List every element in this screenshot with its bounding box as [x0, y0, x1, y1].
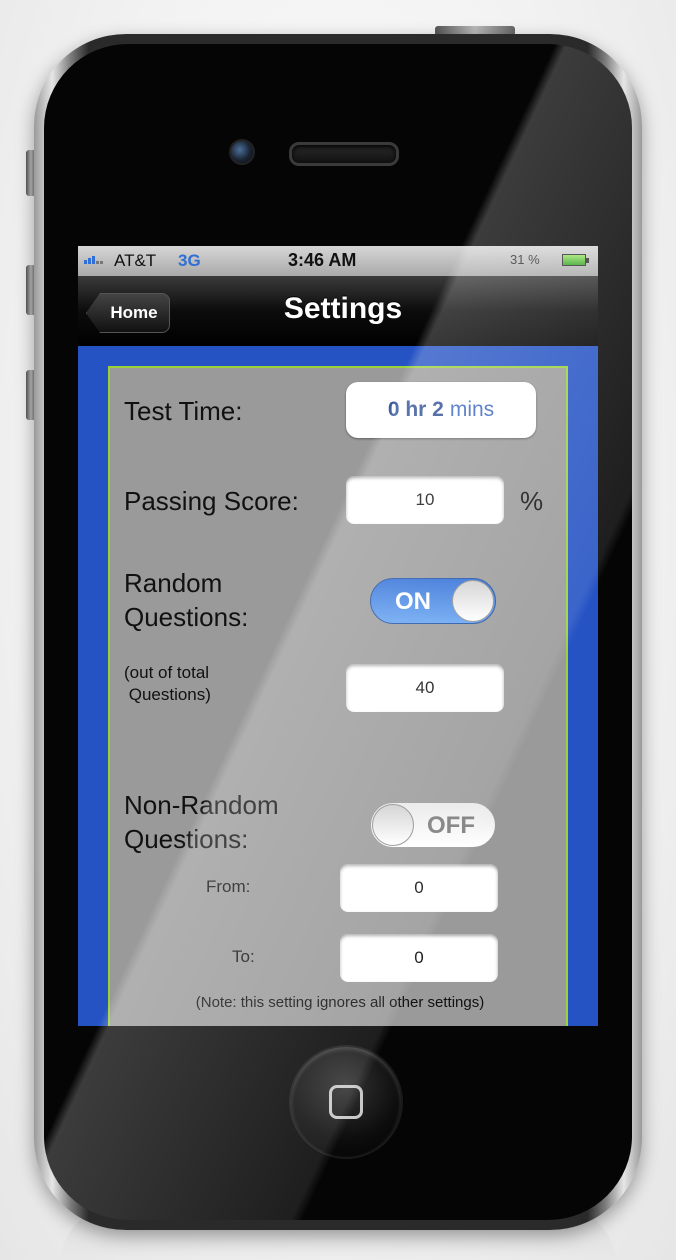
page-title: Settings — [283, 292, 403, 325]
signal-bars-icon — [84, 256, 103, 264]
screen: AT&T 3G 3:46 AM 31 % Home Settings Test … — [78, 246, 598, 1026]
home-button[interactable] — [291, 1047, 401, 1157]
test-time-value: 0 hr 2 — [387, 398, 444, 421]
test-time-unit: mins — [449, 398, 495, 421]
from-label: From: — [206, 877, 251, 896]
passing-score-input[interactable]: 10 — [346, 476, 504, 524]
test-time-label: Test Time: — [124, 396, 243, 426]
earpiece-speaker — [289, 142, 399, 166]
random-count-label-line2: Questions) — [124, 685, 211, 704]
toggle-knob — [372, 804, 414, 846]
home-square-icon — [329, 1085, 363, 1119]
battery-percent: 31 % — [510, 252, 540, 267]
non-random-label-line2: Questions: — [124, 824, 249, 854]
stage: AT&T 3G 3:46 AM 31 % Home Settings Test … — [0, 0, 676, 1260]
to-input[interactable]: 0 — [340, 934, 498, 982]
front-camera — [229, 139, 255, 165]
non-random-questions-toggle[interactable]: OFF — [370, 802, 496, 848]
settings-note: (Note: this setting ignores all other se… — [195, 994, 485, 1011]
non-random-label-line1: Non-Random — [124, 790, 279, 820]
network-type: 3G — [178, 251, 201, 270]
settings-panel: Test Time: 0 hr 2 mins Passing Score: 10… — [108, 366, 568, 1026]
status-time: 3:46 AM — [288, 250, 357, 270]
random-count-label-line1: (out of total — [124, 663, 210, 682]
random-count-input[interactable]: 40 — [346, 664, 504, 712]
phone-frame: AT&T 3G 3:46 AM 31 % Home Settings Test … — [34, 34, 642, 1230]
from-input[interactable]: 0 — [340, 864, 498, 912]
random-questions-label-line1: Random — [124, 568, 223, 598]
phone-face: AT&T 3G 3:46 AM 31 % Home Settings Test … — [44, 44, 632, 1220]
passing-score-label: Passing Score: — [124, 486, 299, 516]
navigation-bar: Home Settings — [78, 276, 598, 347]
to-label: To: — [232, 947, 255, 966]
random-questions-label-line2: Questions: — [124, 602, 249, 632]
carrier-name: AT&T — [114, 251, 157, 270]
status-bar: AT&T 3G 3:46 AM 31 % — [78, 246, 598, 276]
test-time-button[interactable]: 0 hr 2 mins — [346, 382, 536, 438]
non-random-toggle-text: OFF — [427, 812, 475, 839]
random-toggle-text: ON — [395, 588, 431, 615]
battery-charging-icon — [562, 254, 589, 266]
toggle-knob — [452, 580, 494, 622]
random-questions-toggle[interactable]: ON — [370, 578, 496, 624]
percent-sign: % — [520, 486, 544, 516]
